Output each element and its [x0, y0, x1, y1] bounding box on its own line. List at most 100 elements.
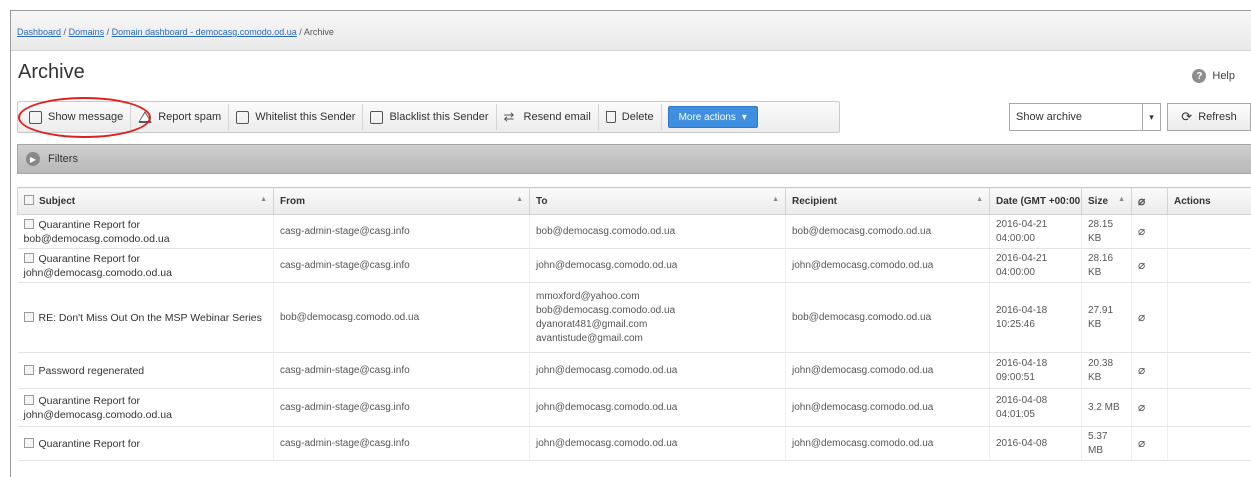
column-label: Subject	[39, 196, 76, 207]
column-header-to[interactable]: To ▲	[529, 187, 786, 215]
subject-text: Quarantine Report for john@democasg.como…	[23, 252, 172, 279]
help-link[interactable]: ? Help	[1192, 69, 1235, 83]
table-row[interactable]: Quarantine Report for casg-admin-stage@c…	[17, 426, 1251, 461]
column-label: Recipient	[792, 195, 838, 207]
whitelist-icon	[236, 110, 250, 124]
cell-to: john@democasg.comodo.od.ua	[529, 352, 786, 389]
cell-recipient: bob@democasg.comodo.od.ua	[785, 214, 990, 249]
sort-icon: ▲	[772, 196, 779, 203]
cell-actions	[1167, 388, 1251, 427]
blacklist-label: Blacklist this Sender	[389, 111, 489, 123]
to-address: bob@democasg.comodo.od.ua	[536, 304, 676, 316]
column-label: Size	[1088, 195, 1109, 207]
refresh-button[interactable]: ⟳ Refresh	[1167, 103, 1251, 131]
table-row[interactable]: Quarantine Report for john@democasg.como…	[17, 388, 1251, 427]
column-header-from[interactable]: From ▲	[273, 187, 530, 215]
column-header-recipient[interactable]: Recipient ▲	[785, 187, 990, 215]
column-header-date[interactable]: Date (GMT +00:00	[989, 187, 1082, 215]
breadcrumb-domain-dashboard[interactable]: Domain dashboard - democasg.comodo.od.ua	[112, 27, 297, 37]
breadcrumb-separator: /	[299, 27, 302, 37]
show-message-label: Show message	[48, 111, 124, 123]
paperclip-icon: ⌀	[1138, 362, 1146, 377]
filters-label: Filters	[48, 153, 78, 165]
cell-to: mmoxford@yahoo.com bob@democasg.comodo.o…	[529, 282, 786, 353]
cell-size: 20.38 KB	[1081, 352, 1132, 389]
to-address: mmoxford@yahoo.com	[536, 290, 640, 302]
show-message-button[interactable]: Show message	[22, 104, 132, 130]
cell-date: 2016-04-21 04:00:00	[989, 214, 1082, 249]
column-header-subject[interactable]: Subject ▲	[17, 187, 274, 215]
to-address: dyanorat481@gmail.com	[536, 318, 648, 330]
breadcrumb-domains[interactable]: Domains	[69, 27, 105, 37]
cell-from: casg-admin-stage@casg.info	[273, 214, 530, 249]
breadcrumb-separator: /	[63, 27, 67, 37]
cell-size: 27.91 KB	[1081, 282, 1132, 353]
row-checkbox[interactable]	[23, 252, 34, 263]
table-row[interactable]: Quarantine Report for john@democasg.como…	[17, 248, 1251, 283]
table-row[interactable]: Password regenerated casg-admin-stage@ca…	[17, 352, 1251, 389]
cell-attachment: ⌀	[1131, 282, 1168, 353]
cell-subject: Password regenerated	[17, 352, 274, 389]
table-row[interactable]: RE: Don't Miss Out On the MSP Webinar Se…	[17, 282, 1251, 353]
row-checkbox[interactable]	[23, 437, 34, 448]
column-header-size[interactable]: Size ▲	[1081, 187, 1132, 215]
cell-subject: Quarantine Report for bob@democasg.comod…	[17, 214, 274, 249]
cell-date: 2016-04-08 04:01:05	[989, 388, 1082, 427]
refresh-label: Refresh	[1198, 111, 1237, 123]
cell-from: casg-admin-stage@casg.info	[273, 248, 530, 283]
archive-table: Subject ▲ From ▲ To ▲ Recipient ▲ Date (GMT …	[17, 187, 1251, 461]
resend-icon: ⇄	[503, 109, 515, 124]
cell-attachment: ⌀	[1131, 248, 1168, 283]
paperclip-icon: ⌀	[1138, 194, 1146, 208]
trash-icon	[605, 111, 616, 123]
subject-text: Quarantine Report for	[38, 437, 141, 450]
sort-icon: ▲	[976, 196, 983, 203]
breadcrumb-dashboard[interactable]: Dashboard	[17, 27, 61, 37]
row-checkbox[interactable]	[23, 364, 34, 375]
cell-recipient: john@democasg.comodo.od.ua	[785, 248, 990, 283]
breadcrumb-separator: /	[106, 27, 110, 37]
row-checkbox[interactable]	[23, 311, 34, 322]
whitelist-sender-button[interactable]: Whitelist this Sender	[229, 104, 364, 130]
cell-recipient: john@democasg.comodo.od.ua	[785, 426, 990, 461]
row-checkbox[interactable]	[23, 394, 34, 405]
delete-button[interactable]: Delete	[599, 104, 662, 130]
subject-text: Password regenerated	[38, 364, 145, 377]
cell-size: 28.16 KB	[1081, 248, 1132, 283]
archive-filter-select[interactable]: Show archive ▾	[1009, 103, 1161, 131]
cell-to: bob@democasg.comodo.od.ua	[529, 214, 786, 249]
help-icon: ?	[1192, 69, 1207, 83]
cell-subject: RE: Don't Miss Out On the MSP Webinar Se…	[17, 282, 274, 353]
paperclip-icon: ⌀	[1138, 257, 1146, 272]
cell-recipient: bob@democasg.comodo.od.ua	[785, 282, 990, 353]
cell-recipient: john@democasg.comodo.od.ua	[785, 352, 990, 389]
resend-label: Resend email	[523, 111, 591, 123]
cell-date: 2016-04-18 10:25:46	[989, 282, 1082, 353]
blacklist-sender-button[interactable]: Blacklist this Sender	[363, 104, 497, 130]
column-header-attachment[interactable]: ⌀	[1131, 187, 1168, 215]
more-actions-button[interactable]: More actions ▾	[667, 106, 758, 128]
blacklist-icon	[370, 110, 384, 124]
cell-attachment: ⌀	[1131, 426, 1168, 461]
cell-attachment: ⌀	[1131, 352, 1168, 389]
cell-from: bob@democasg.comodo.od.ua	[273, 282, 530, 353]
select-all-checkbox[interactable]	[24, 195, 34, 205]
breadcrumb-bar: Dashboard / Domains / Domain dashboard -…	[11, 11, 1251, 51]
cell-attachment: ⌀	[1131, 388, 1168, 427]
row-checkbox[interactable]	[23, 218, 34, 229]
filters-toggle[interactable]: ▶ Filters	[17, 144, 1251, 174]
column-label: From	[280, 195, 305, 207]
report-spam-button[interactable]: Report spam	[131, 104, 230, 130]
refresh-icon: ⟳	[1181, 109, 1193, 124]
cell-size: 3.2 MB	[1081, 388, 1132, 427]
chevron-down-icon[interactable]: ▾	[1142, 104, 1160, 130]
sort-icon: ▲	[516, 196, 523, 203]
resend-email-button[interactable]: ⇄ Resend email	[497, 104, 599, 130]
cell-size: 28.15 KB	[1081, 214, 1132, 249]
table-row[interactable]: Quarantine Report for bob@democasg.comod…	[17, 214, 1251, 249]
cell-subject: Quarantine Report for john@democasg.como…	[17, 388, 274, 427]
sort-icon: ▲	[1118, 196, 1125, 203]
cell-to: john@democasg.comodo.od.ua	[529, 426, 786, 461]
breadcrumb: Dashboard / Domains / Domain dashboard -…	[17, 27, 334, 37]
to-address: avantistude@gmail.com	[536, 332, 643, 344]
